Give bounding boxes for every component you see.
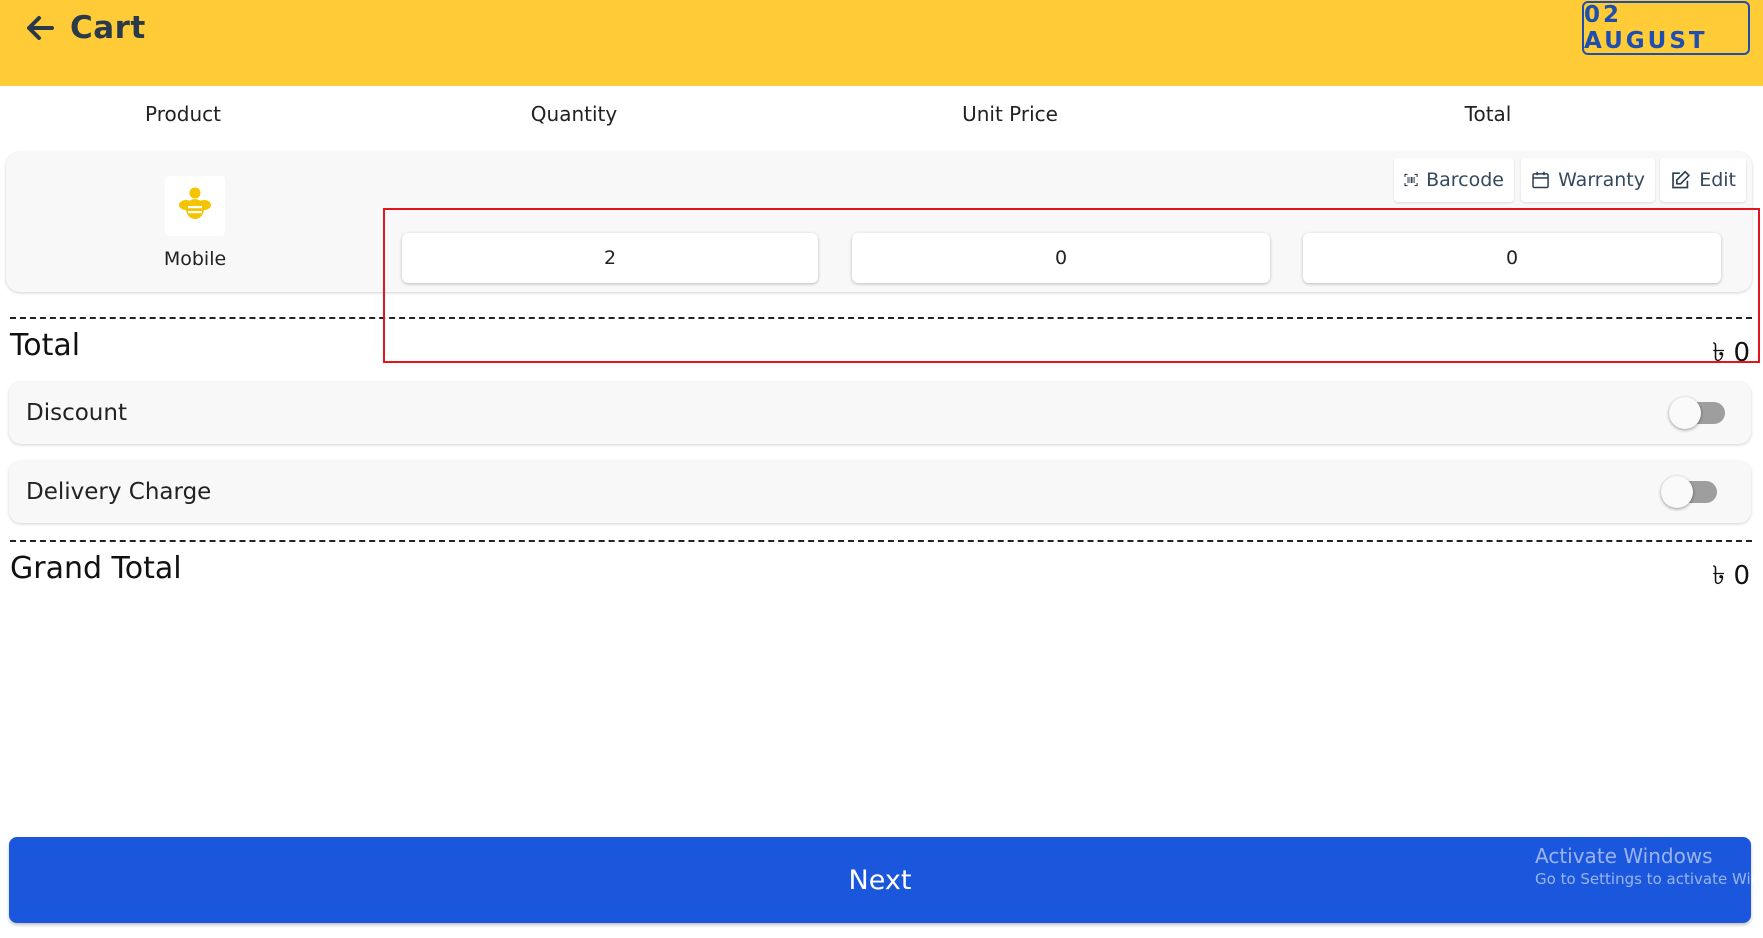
column-header-total: Total bbox=[1464, 102, 1512, 126]
discount-row: Discount bbox=[9, 382, 1751, 444]
delivery-charge-toggle[interactable] bbox=[1661, 476, 1719, 508]
warranty-button[interactable]: Warranty bbox=[1521, 158, 1655, 202]
divider bbox=[10, 540, 1752, 542]
edit-button[interactable]: Edit bbox=[1660, 158, 1746, 202]
delivery-charge-label: Delivery Charge bbox=[26, 479, 212, 505]
page-title: Cart bbox=[70, 10, 146, 46]
product-thumbnail bbox=[165, 176, 225, 236]
column-header-quantity: Quantity bbox=[530, 102, 618, 126]
total-label: Total bbox=[10, 328, 81, 363]
activate-windows-title: Activate Windows bbox=[1535, 844, 1713, 868]
date-button[interactable]: 02 AUGUST bbox=[1582, 1, 1750, 55]
discount-toggle[interactable] bbox=[1669, 397, 1727, 429]
next-button[interactable]: Next bbox=[9, 837, 1751, 923]
column-header-unit-price: Unit Price bbox=[962, 102, 1058, 126]
barcode-label: Barcode bbox=[1426, 169, 1504, 191]
activate-windows-subtitle: Go to Settings to activate Windo bbox=[1535, 870, 1763, 888]
edit-label: Edit bbox=[1699, 169, 1736, 191]
column-header-product: Product bbox=[145, 102, 221, 126]
barcode-icon bbox=[1404, 173, 1418, 187]
warranty-label: Warranty bbox=[1558, 169, 1645, 191]
delivery-charge-row: Delivery Charge bbox=[9, 461, 1751, 523]
barcode-button[interactable]: Barcode bbox=[1394, 158, 1514, 202]
product-name: Mobile bbox=[163, 248, 227, 270]
app-header bbox=[0, 0, 1763, 86]
grand-total-label: Grand Total bbox=[10, 551, 182, 586]
edit-icon bbox=[1672, 170, 1690, 189]
back-arrow-icon[interactable] bbox=[22, 10, 58, 46]
toggle-knob bbox=[1669, 397, 1701, 429]
discount-label: Discount bbox=[26, 400, 127, 426]
highlight-box bbox=[383, 208, 1760, 363]
bee-logo-icon bbox=[179, 187, 211, 219]
grand-total-value: ৳ 0 bbox=[1712, 561, 1750, 591]
calendar-icon bbox=[1532, 171, 1549, 189]
toggle-knob bbox=[1661, 476, 1693, 508]
